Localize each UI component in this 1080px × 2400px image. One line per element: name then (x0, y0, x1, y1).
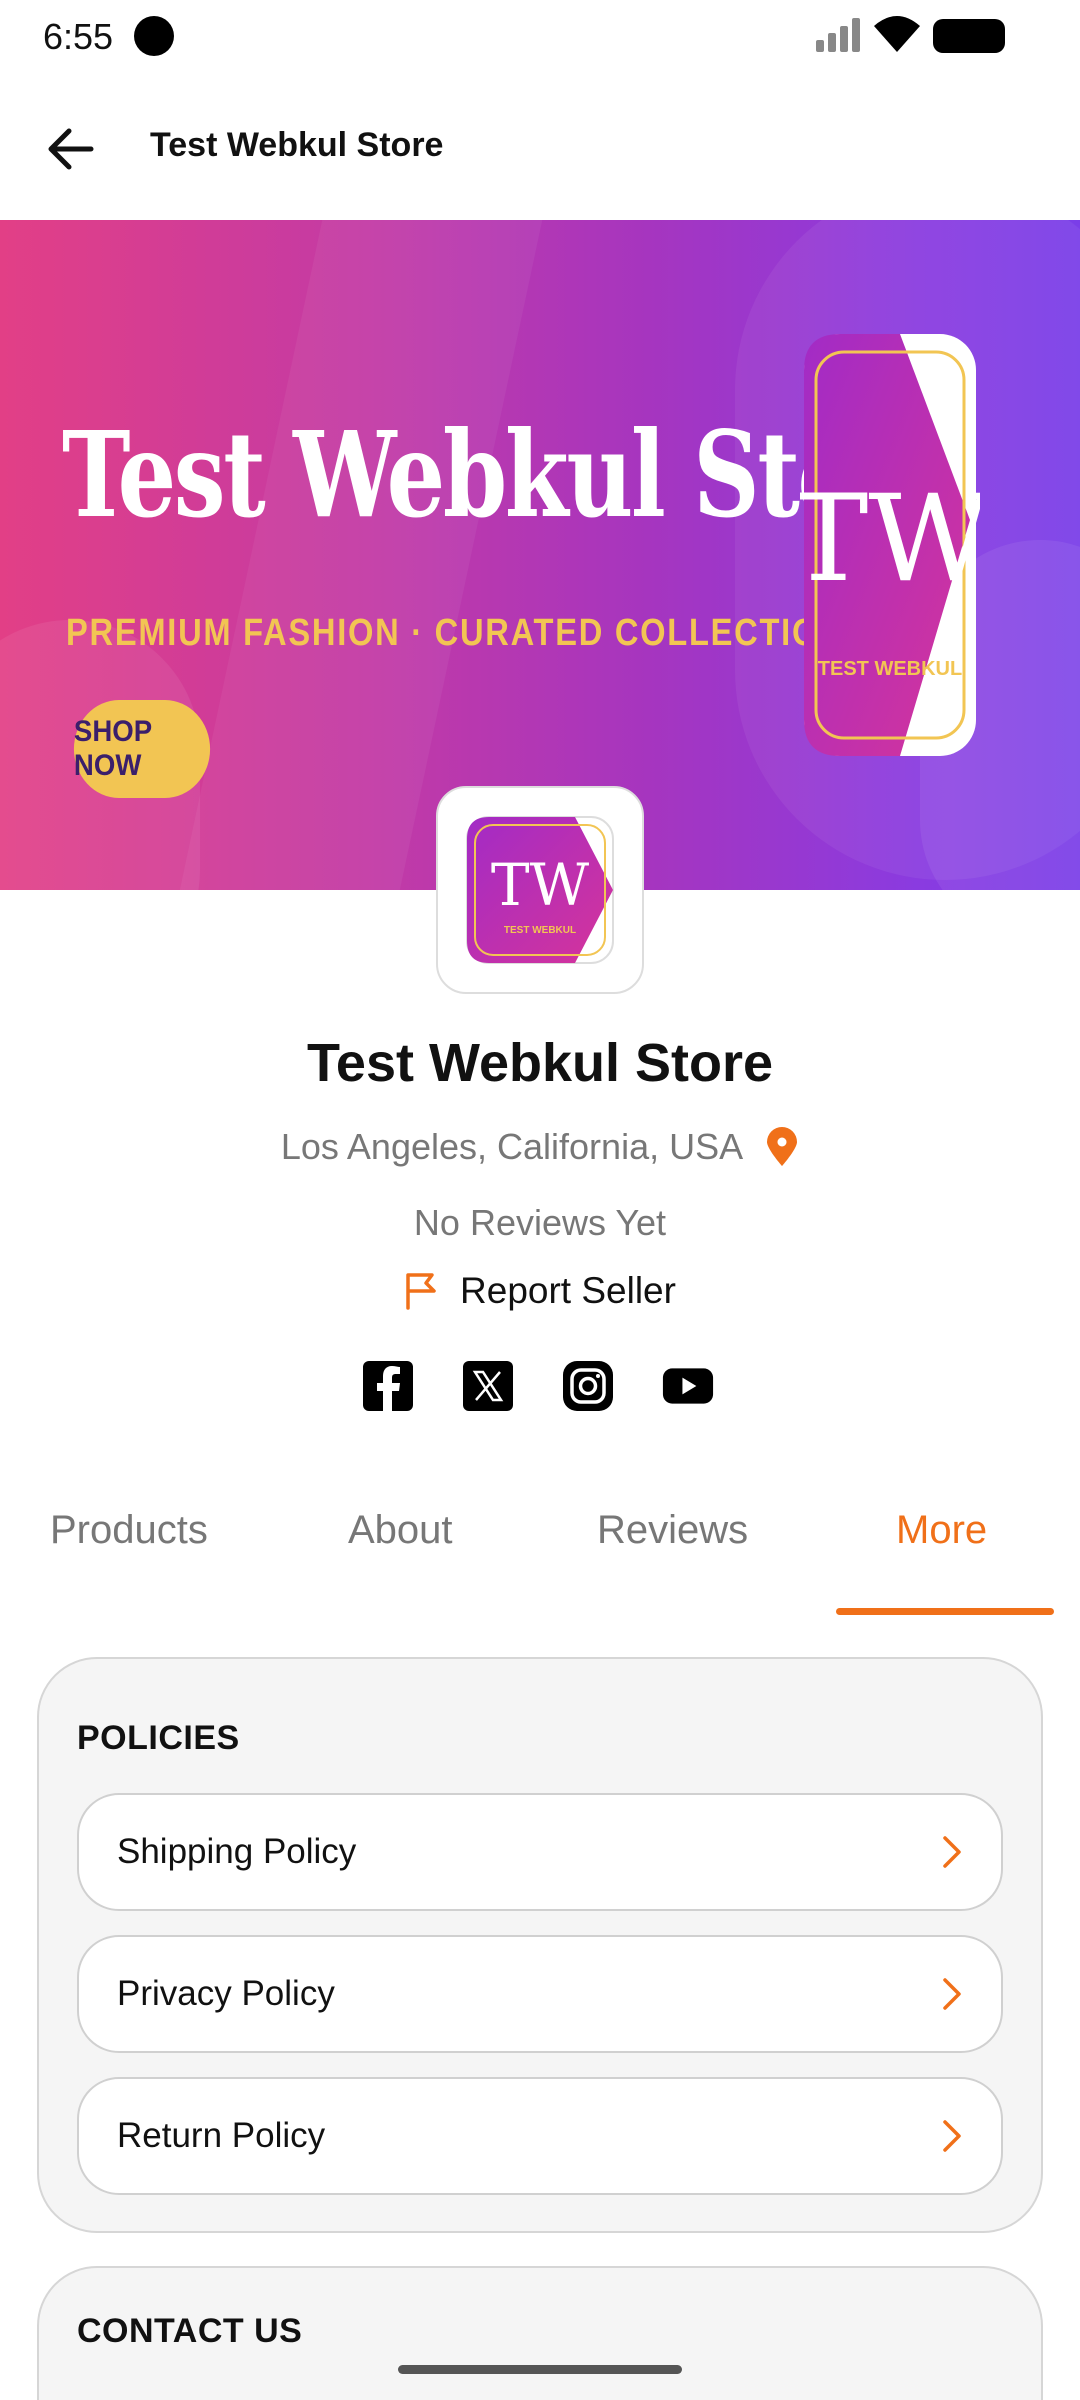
policy-label: Privacy Policy (117, 1974, 335, 2013)
report-seller-button[interactable]: Report Seller (0, 1270, 1080, 1312)
page-title: Test Webkul Store (150, 126, 444, 164)
policies-title: POLICIES (77, 1719, 240, 1757)
chevron-right-icon (943, 2120, 961, 2152)
top-app-bar: Test Webkul Store (0, 72, 1080, 220)
tab-reviews[interactable]: Reviews (597, 1508, 748, 1553)
svg-text:TW: TW (800, 470, 980, 609)
wifi-icon (872, 14, 922, 59)
location-text: Los Angeles, California, USA (280, 1126, 744, 1167)
store-name: Test Webkul Store (306, 1033, 774, 1093)
home-indicator[interactable] (398, 2365, 682, 2374)
svg-text:TEST WEBKUL: TEST WEBKUL (504, 925, 576, 936)
battery-icon (933, 19, 1005, 53)
status-time: 6:55 (43, 16, 114, 57)
contact-card: CONTACT US (37, 2266, 1043, 2400)
active-tab-indicator (836, 1608, 1054, 1615)
chevron-right-icon (943, 1978, 961, 2010)
signal-icon (816, 18, 862, 57)
back-button[interactable] (36, 114, 106, 184)
report-seller-label: Report Seller (460, 1270, 676, 1311)
store-logo-image: TW TEST WEBKUL (466, 816, 614, 964)
social-links (362, 1360, 714, 1412)
svg-text:TW: TW (491, 851, 590, 919)
shipping-policy-item[interactable]: Shipping Policy (77, 1793, 1003, 1911)
contact-title: CONTACT US (77, 2312, 303, 2350)
status-bar: 6:55 (0, 0, 1080, 72)
tab-products[interactable]: Products (50, 1508, 208, 1553)
youtube-icon[interactable] (662, 1360, 714, 1412)
store-logo: TW TEST WEBKUL (436, 786, 644, 994)
tab-about[interactable]: About (348, 1508, 453, 1553)
svg-text:TEST WEBKUL: TEST WEBKUL (818, 658, 962, 680)
banner-logo: TW TEST WEBKUL (800, 334, 980, 756)
tab-more[interactable]: More (896, 1508, 987, 1553)
reviews-summary: No Reviews Yet (413, 1202, 667, 1243)
x-icon[interactable] (462, 1360, 514, 1412)
policy-label: Shipping Policy (117, 1832, 357, 1871)
return-policy-item[interactable]: Return Policy (77, 2077, 1003, 2195)
banner-tagline: PREMIUM FASHION · CURATED COLLECTIONS (66, 612, 868, 654)
policies-card: POLICIES Shipping Policy Privacy Policy … (37, 1657, 1043, 2233)
instagram-icon[interactable] (562, 1360, 614, 1412)
store-tabs: Products About Reviews More (0, 1490, 1080, 1616)
shop-now-button[interactable]: SHOP NOW (73, 700, 211, 798)
privacy-policy-item[interactable]: Privacy Policy (77, 1935, 1003, 2053)
flag-icon (406, 1273, 436, 1310)
store-location: Los Angeles, California, USA (0, 1126, 1080, 1168)
map-pin-icon (767, 1127, 798, 1166)
policy-label: Return Policy (117, 2116, 326, 2155)
arrow-left-icon (48, 128, 94, 170)
chevron-right-icon (943, 1836, 961, 1868)
facebook-icon[interactable] (362, 1360, 414, 1412)
camera-cutout (134, 16, 174, 56)
